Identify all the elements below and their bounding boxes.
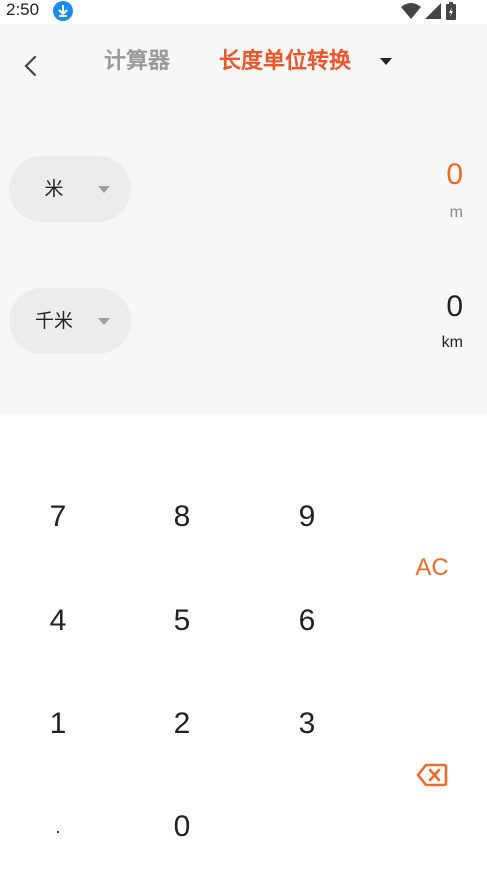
converter-display: 计算器 长度单位转换 米 0 m 千米 0 km — [0, 24, 487, 414]
key-9[interactable]: 9 — [257, 477, 357, 557]
back-button[interactable] — [14, 48, 50, 84]
to-unit-label: 千米 — [34, 310, 73, 332]
status-time: 2:50 — [6, 0, 40, 19]
status-bar: 2:50 — [0, 0, 487, 24]
key-6[interactable]: 6 — [257, 581, 357, 661]
clear-button[interactable]: AC — [382, 528, 482, 608]
backspace-icon — [416, 763, 448, 787]
chevron-left-icon — [24, 55, 37, 77]
key-5[interactable]: 5 — [132, 581, 232, 661]
key-2[interactable]: 2 — [132, 684, 232, 764]
from-unit-abbr: m — [449, 204, 463, 221]
from-value[interactable]: 0 — [446, 158, 463, 192]
key-decimal[interactable]: . — [8, 787, 108, 867]
signal-icon — [425, 3, 441, 19]
backspace-button[interactable] — [382, 735, 482, 815]
tab-length-converter[interactable]: 长度单位转换 — [219, 48, 351, 76]
caret-down-icon — [98, 186, 110, 193]
from-unit-selector[interactable]: 米 — [9, 156, 131, 222]
status-icons — [401, 2, 457, 20]
caret-down-icon[interactable] — [380, 58, 392, 65]
download-icon — [53, 1, 73, 21]
to-unit-selector[interactable]: 千米 — [9, 288, 131, 354]
caret-down-icon — [98, 318, 110, 325]
from-unit-label: 米 — [44, 178, 64, 200]
key-8[interactable]: 8 — [132, 477, 232, 557]
key-1[interactable]: 1 — [8, 684, 108, 764]
battery-icon — [446, 2, 456, 20]
wifi-icon — [401, 3, 421, 19]
key-4[interactable]: 4 — [8, 581, 108, 661]
key-3[interactable]: 3 — [257, 684, 357, 764]
key-7[interactable]: 7 — [8, 477, 108, 557]
tab-calculator[interactable]: 计算器 — [104, 48, 170, 76]
to-unit-abbr: km — [441, 334, 463, 351]
key-0[interactable]: 0 — [132, 787, 232, 867]
to-value[interactable]: 0 — [446, 290, 463, 324]
